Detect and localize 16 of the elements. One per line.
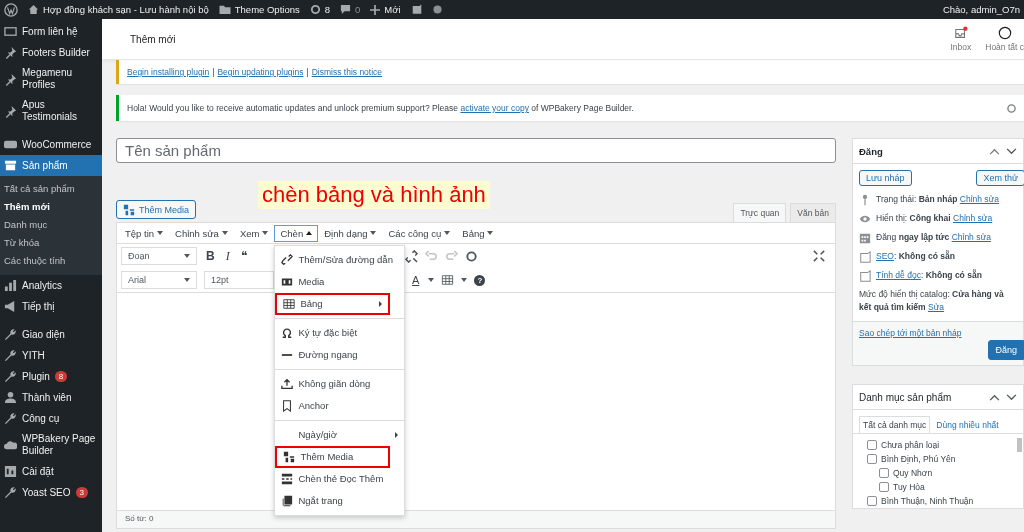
notice-text: Hola! Would you like to receive automatic updates and unlock premium support? Please activate your copy of WPBakery Page Builder. [127, 103, 634, 113]
count-badge: 8 [54, 371, 68, 382]
publish-info-text: Hiển thị: Công khai Chỉnh sửa [876, 212, 993, 225]
page-title: Thêm mới [130, 33, 176, 45]
publish-info-text: Tính dễ đọc: Không có sẵn [876, 269, 982, 282]
publish-info-text: Đăng ngay lập tức Chỉnh sửa [876, 231, 991, 244]
separator-text: | [212, 67, 215, 77]
box-title: Danh mục sản phẩm [859, 391, 952, 403]
publish-info-text: Mức độ hiển thị catalog: Cửa hàng và kết quả tìm kiếm Sửa [859, 288, 1005, 314]
publish-info-text: Trạng thái: Bản nháp Chỉnh sửa [876, 193, 1000, 206]
word-count: Số từ: 0 [117, 510, 835, 528]
box-title: Đăng [859, 145, 883, 157]
publish-info-text: SEO: Không có sẵn [876, 250, 955, 263]
annotation-text: chèn bảng và hình ảnh [258, 181, 490, 209]
separator-text: | [306, 67, 309, 77]
count-badge: 3 [75, 487, 88, 498]
